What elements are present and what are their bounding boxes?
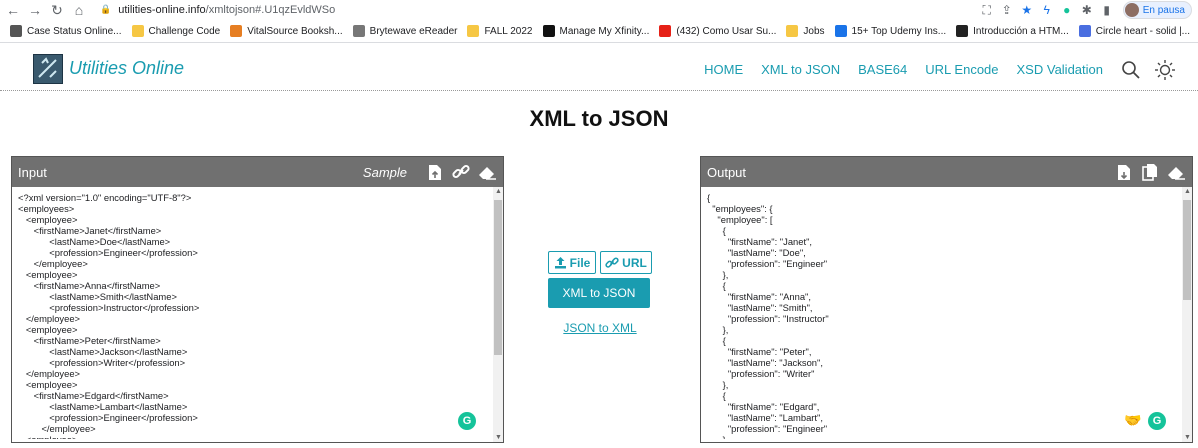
bookmark-item[interactable]: Introducción a HTM... xyxy=(956,25,1069,37)
output-scroll-thumb[interactable] xyxy=(1183,200,1191,300)
input-scrollbar[interactable]: ▲ ▼ xyxy=(493,187,503,442)
grammarly-ext-icon[interactable]: ● xyxy=(1057,0,1077,20)
site-logo[interactable] xyxy=(33,54,63,84)
bookmark-item[interactable]: Jobs xyxy=(786,25,825,37)
upload-icon xyxy=(554,257,566,269)
profile-button[interactable]: En pausa xyxy=(1122,1,1192,19)
address-bar[interactable]: 🔒 utilities-online.info/xmltojson#.U1qzE… xyxy=(100,1,335,18)
input-panel: Input Sample <?xml version="1.0" encodin… xyxy=(11,156,504,443)
bookmark-icon xyxy=(10,25,22,37)
bookmark-icon xyxy=(542,25,555,37)
bookmark-icon xyxy=(352,25,365,37)
link-icon[interactable] xyxy=(451,162,471,182)
bookmark-icon xyxy=(786,25,799,37)
input-scroll-thumb[interactable] xyxy=(494,200,502,355)
sample-button[interactable]: Sample xyxy=(363,165,407,180)
lock-icon: 🔒 xyxy=(100,4,112,14)
scroll-down-icon[interactable]: ▼ xyxy=(1184,434,1191,441)
bookmark-label: VitalSource Booksh... xyxy=(247,25,343,37)
bookmark-icon xyxy=(131,25,144,37)
reload-icon[interactable]: ↻ xyxy=(48,1,66,19)
home-icon[interactable]: ⌂ xyxy=(70,1,88,19)
bookmark-item[interactable]: 15+ Top Udemy Ins... xyxy=(834,25,947,37)
bookmark-label: Introducción a HTM... xyxy=(973,25,1069,37)
bookmark-label: Manage My Xfinity... xyxy=(559,25,650,37)
forward-icon[interactable]: → xyxy=(26,1,44,19)
bookmark-item[interactable]: Case Status Online... xyxy=(10,25,122,37)
avatar xyxy=(1124,3,1139,17)
menu-item[interactable]: XML to JSON xyxy=(761,62,840,77)
puzzle-icon[interactable]: ✱ xyxy=(1077,0,1097,20)
back-icon[interactable]: ← xyxy=(4,1,22,19)
grammarly-icon[interactable]: G xyxy=(458,412,476,430)
bookmark-item[interactable]: Manage My Xfinity... xyxy=(542,25,650,37)
scroll-down-icon[interactable]: ▼ xyxy=(495,434,502,441)
bookmark-label: Case Status Online... xyxy=(27,25,122,37)
bookmark-item[interactable]: VitalSource Booksh... xyxy=(230,25,343,37)
main-menu: HOME XML to JSON BASE64 URL Encode XSD Valid… xyxy=(686,62,1103,77)
convert-controls: File URL XML to JSON JSON to XML xyxy=(548,251,652,335)
bookmark-icon xyxy=(659,25,672,37)
bookmark-label: 15+ Top Udemy Ins... xyxy=(851,25,947,37)
bookmark-item[interactable]: FALL 2022 xyxy=(467,25,533,37)
bookmark-icon xyxy=(956,25,969,37)
menu-item[interactable]: BASE64 xyxy=(858,62,907,77)
upload-file-icon[interactable] xyxy=(425,162,445,182)
star-icon[interactable]: ★ xyxy=(1017,0,1037,20)
file-button[interactable]: File xyxy=(548,251,596,274)
bookmarks-bar: Case Status Online... Challenge Code Vital… xyxy=(0,20,1198,43)
bookmark-label: Challenge Code xyxy=(148,25,221,37)
bookmark-icon xyxy=(1078,25,1091,37)
site-brand[interactable]: Utilities Online xyxy=(69,58,184,79)
scroll-up-icon[interactable]: ▲ xyxy=(1184,188,1191,195)
bookmark-item[interactable]: Circle heart - solid |... xyxy=(1078,25,1191,37)
menu-item[interactable]: HOME xyxy=(704,62,743,77)
input-panel-title: Input xyxy=(18,164,47,180)
search-icon[interactable] xyxy=(1120,59,1142,81)
site-header: Utilities Online HOME XML to JSON BASE64 UR… xyxy=(0,43,1198,91)
browser-toolbar: ← → ↻ ⌂ 🔒 utilities-online.info/xmltojso… xyxy=(0,0,1198,20)
url-button-label: URL xyxy=(622,255,647,270)
menu-item[interactable]: XSD Validation xyxy=(1017,62,1103,77)
bookmark-label: FALL 2022 xyxy=(484,25,533,37)
bookmark-icon xyxy=(467,25,480,37)
url-path: /xmltojson#.U1qzEvldWSo xyxy=(205,3,336,16)
bookmark-item[interactable]: Challenge Code xyxy=(131,25,221,37)
handshake-icon[interactable]: 🤝 xyxy=(1124,412,1142,428)
copy-icon[interactable] xyxy=(1140,162,1160,182)
bookmark-item[interactable]: Brytewave eReader xyxy=(352,25,458,37)
bookmark-label: (432) Como Usar Su... xyxy=(676,25,777,37)
file-button-label: File xyxy=(569,255,591,270)
menu-item[interactable]: URL Encode xyxy=(925,62,998,77)
convert-button[interactable]: XML to JSON xyxy=(548,278,650,308)
bookmark-icon xyxy=(834,25,847,37)
xml-input-editor[interactable]: <?xml version="1.0" encoding="UTF-8"?> <… xyxy=(12,187,503,439)
extension-icon[interactable]: ϟ xyxy=(1037,0,1057,20)
bookmark-item[interactable]: (432) Como Usar Su... xyxy=(659,25,776,37)
url-button[interactable]: URL xyxy=(600,251,652,274)
eraser-icon[interactable] xyxy=(1166,162,1186,182)
bookmark-label: Circle heart - solid |... xyxy=(1095,25,1191,37)
profile-label: En pausa xyxy=(1142,4,1185,16)
bookmark-label: Jobs xyxy=(803,25,825,37)
eraser-icon[interactable] xyxy=(477,162,497,182)
output-panel-title: Output xyxy=(707,164,747,180)
link-icon xyxy=(605,257,619,268)
bookmark-icon xyxy=(230,25,243,37)
bookmark-label: Brytewave eReader xyxy=(369,25,458,37)
page-title: XML to JSON xyxy=(529,106,669,131)
grammarly-icon[interactable]: G xyxy=(1148,412,1166,430)
share-icon[interactable]: ⇪ xyxy=(997,0,1017,20)
output-panel: Output { "employees": { "employee": [ { … xyxy=(700,156,1193,443)
json-output-editor[interactable]: { "employees": { "employee": [ { "firstN… xyxy=(701,187,1192,439)
output-scrollbar[interactable]: ▲ ▼ xyxy=(1182,187,1192,442)
translate-icon[interactable]: ⛶ xyxy=(977,0,997,20)
theme-toggle-icon[interactable] xyxy=(1154,59,1176,81)
json-to-xml-link[interactable]: JSON to XML xyxy=(548,321,652,335)
download-icon[interactable] xyxy=(1114,162,1134,182)
scroll-up-icon[interactable]: ▲ xyxy=(495,188,502,195)
sidepanel-icon[interactable]: ▮ xyxy=(1097,0,1117,20)
url-domain: utilities-online.info xyxy=(118,3,206,16)
